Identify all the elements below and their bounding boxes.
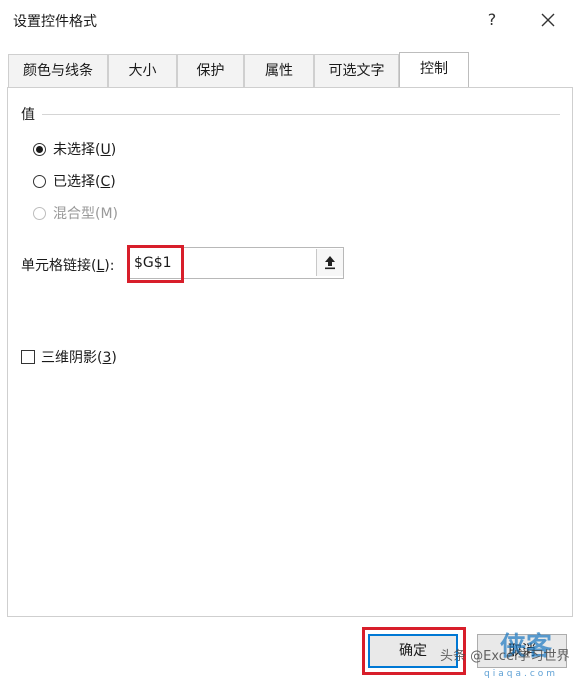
radio-checked-option[interactable]: 已选择(C) [33,170,116,192]
radio-button-disabled [33,206,46,220]
help-button[interactable]: ? [480,6,504,34]
3d-shading-option[interactable]: 三维阴影(3) [21,346,117,368]
tab-colors-lines[interactable]: 颜色与线条 [8,54,108,87]
watermark-text: 头条 @Excel学习世界 [440,649,570,664]
dialog-title: 设置控件格式 [13,14,97,30]
range-picker-button[interactable] [316,249,343,276]
watermark-url: qiaqa.com [484,669,559,679]
radio-label: 未选择(U) [53,142,117,158]
close-icon [541,13,555,27]
tab-size[interactable]: 大小 [108,54,177,87]
close-button[interactable] [534,6,562,34]
title-bar: 设置控件格式 ? [0,0,580,40]
tab-strip: 颜色与线条 大小 保护 属性 可选文字 控制 [8,52,573,88]
checkbox-label: 三维阴影(3) [41,350,117,366]
tab-alt-text[interactable]: 可选文字 [314,54,399,87]
radio-button-selected[interactable] [33,142,46,156]
radio-label: 已选择(C) [53,174,116,190]
tab-protection[interactable]: 保护 [177,54,244,87]
group-divider [42,114,560,115]
highlight-box-cell-link [127,245,184,283]
radio-button[interactable] [33,174,46,188]
radio-mixed-option: 混合型(M) [33,202,118,224]
checkbox[interactable] [21,350,35,364]
upload-arrow-icon [325,256,335,270]
tab-properties[interactable]: 属性 [244,54,314,87]
radio-label-disabled: 混合型(M) [53,206,119,222]
cell-link-label: 单元格链接(L): [21,258,115,274]
value-group-label: 值 [21,107,35,123]
radio-unchecked-option[interactable]: 未选择(U) [33,138,116,160]
tab-control[interactable]: 控制 [399,52,469,88]
